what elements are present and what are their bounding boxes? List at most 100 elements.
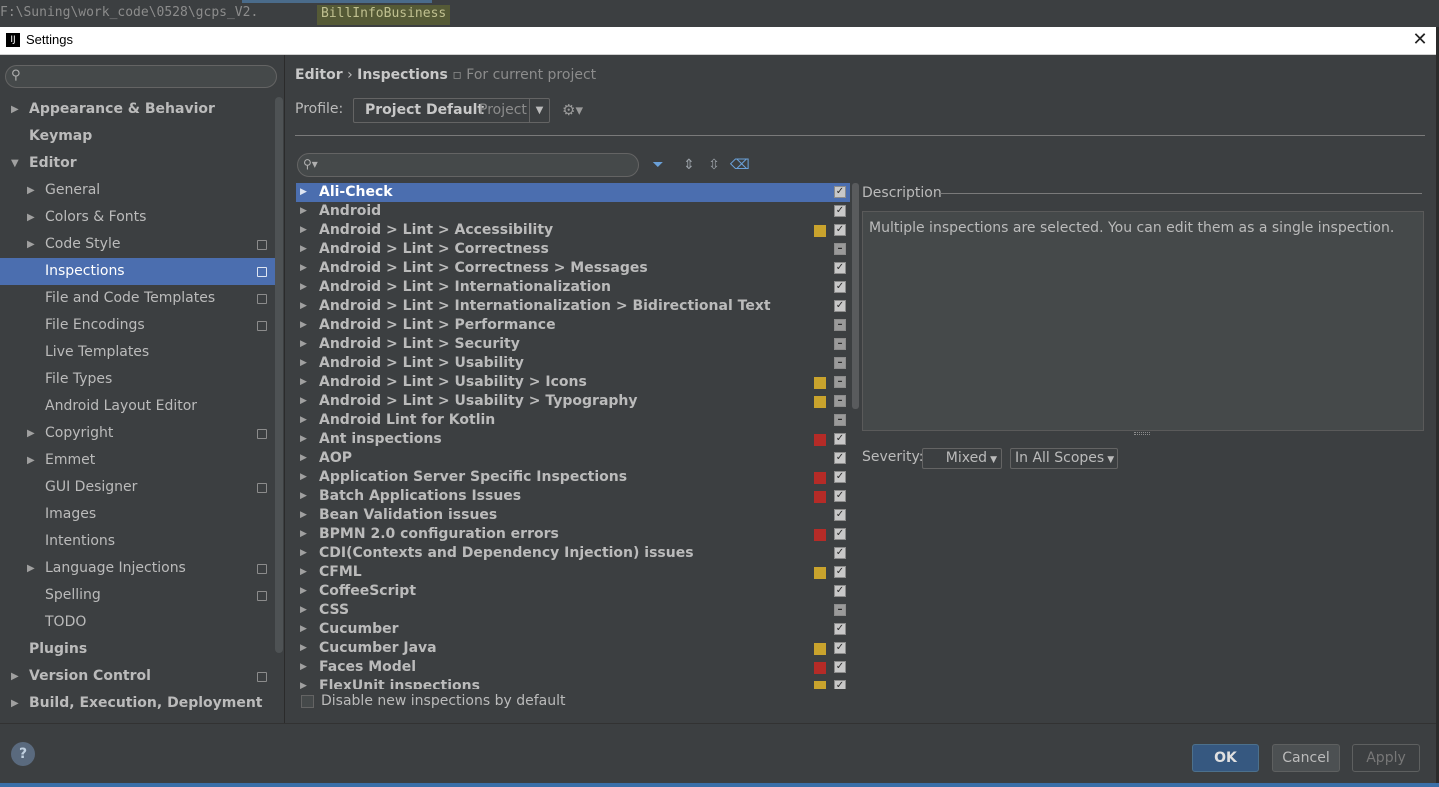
inspection-checkbox[interactable]: – [834, 338, 846, 350]
inspection-search-input[interactable]: ⚲▾ [297, 153, 639, 177]
collapsed-arrow-icon[interactable]: ▶ [300, 221, 307, 240]
collapsed-arrow-icon[interactable]: ▶ [300, 278, 307, 297]
inspection-row[interactable]: ▶ Android > Lint > Accessibility ✓ [296, 221, 850, 240]
sidebar-item[interactable]: Images [0, 501, 282, 528]
collapsed-arrow-icon[interactable]: ▶ [300, 601, 307, 620]
inspection-row[interactable]: ▶ CFML ✓ [296, 563, 850, 582]
sidebar-item[interactable]: GUI Designer [0, 474, 282, 501]
collapsed-arrow-icon[interactable]: ▶ [27, 231, 35, 258]
inspection-checkbox[interactable]: ✓ [834, 433, 846, 445]
inspection-checkbox[interactable]: ✓ [834, 262, 846, 274]
inspection-row[interactable]: ▶ Bean Validation issues ✓ [296, 506, 850, 525]
collapsed-arrow-icon[interactable]: ▶ [300, 259, 307, 278]
inspection-checkbox[interactable]: ✓ [834, 300, 846, 312]
collapsed-arrow-icon[interactable]: ▶ [300, 639, 307, 658]
inspection-checkbox[interactable]: ✓ [834, 509, 846, 521]
collapsed-arrow-icon[interactable]: ▶ [300, 677, 307, 689]
inspection-row[interactable]: ▶ Android > Lint > Usability – [296, 354, 850, 373]
inspection-row[interactable]: ▶ CoffeeScript ✓ [296, 582, 850, 601]
sidebar-item[interactable]: ▶ Language Injections [0, 555, 282, 582]
sidebar-item[interactable]: ▶ Appearance & Behavior [0, 96, 282, 123]
collapsed-arrow-icon[interactable]: ▶ [300, 658, 307, 677]
splitter-handle[interactable] [1134, 432, 1150, 435]
close-icon[interactable]: ✕ [1408, 29, 1432, 51]
collapsed-arrow-icon[interactable]: ▶ [27, 177, 35, 204]
collapsed-arrow-icon[interactable]: ▶ [300, 202, 307, 221]
inspection-row[interactable]: ▶ Android > Lint > Usability > Typography… [296, 392, 850, 411]
inspection-row[interactable]: ▶ Android > Lint > Security – [296, 335, 850, 354]
inspection-row[interactable]: ▶ Android Lint for Kotlin – [296, 411, 850, 430]
sidebar-item[interactable]: ▶ Version Control [0, 663, 282, 690]
checkbox-box[interactable] [301, 695, 314, 708]
collapsed-arrow-icon[interactable]: ▶ [300, 506, 307, 525]
inspection-checkbox[interactable]: – [834, 395, 846, 407]
expand-all-icon[interactable]: ⇕ [680, 156, 698, 174]
collapse-all-icon[interactable]: ⇳ [705, 156, 723, 174]
reset-to-default-icon[interactable]: ⌫ [730, 156, 750, 174]
inspection-row[interactable]: ▶ Android ✓ [296, 202, 850, 221]
settings-search-input[interactable]: ⚲ [5, 65, 277, 88]
collapsed-arrow-icon[interactable]: ▶ [300, 449, 307, 468]
ok-button[interactable]: OK [1192, 744, 1259, 772]
collapsed-arrow-icon[interactable]: ▶ [300, 468, 307, 487]
sidebar-item[interactable]: Intentions [0, 528, 282, 555]
collapsed-arrow-icon[interactable]: ▶ [300, 582, 307, 601]
collapsed-arrow-icon[interactable]: ▶ [300, 316, 307, 335]
inspection-checkbox[interactable]: – [834, 243, 846, 255]
inspection-checkbox[interactable]: ✓ [834, 281, 846, 293]
inspection-checkbox[interactable]: ✓ [834, 585, 846, 597]
collapsed-arrow-icon[interactable]: ▶ [27, 420, 35, 447]
collapsed-arrow-icon[interactable]: ▶ [300, 297, 307, 316]
sidebar-scrollbar[interactable] [275, 97, 283, 653]
cancel-button[interactable]: Cancel [1272, 744, 1340, 772]
collapsed-arrow-icon[interactable]: ▶ [300, 411, 307, 430]
collapsed-arrow-icon[interactable]: ▶ [300, 563, 307, 582]
inspection-row[interactable]: ▶ Cucumber ✓ [296, 620, 850, 639]
inspection-checkbox[interactable]: ✓ [834, 528, 846, 540]
inspection-row[interactable]: ▶ FlexUnit inspections ✓ [296, 677, 850, 689]
inspection-checkbox[interactable]: – [834, 604, 846, 616]
inspection-checkbox[interactable]: ✓ [834, 642, 846, 654]
inspection-checkbox[interactable]: ✓ [834, 452, 846, 464]
severity-dropdown[interactable]: Mixed ▼ [922, 448, 1002, 469]
help-button[interactable]: ? [11, 742, 35, 766]
inspection-checkbox[interactable]: – [834, 357, 846, 369]
inspection-checkbox[interactable]: ✓ [834, 186, 846, 198]
collapsed-arrow-icon[interactable]: ▶ [300, 335, 307, 354]
gear-icon[interactable]: ⚙▾ [562, 101, 583, 119]
inspection-checkbox[interactable]: ✓ [834, 205, 846, 217]
collapsed-arrow-icon[interactable]: ▶ [300, 430, 307, 449]
sidebar-item[interactable]: ▶ Colors & Fonts [0, 204, 282, 231]
collapsed-arrow-icon[interactable]: ▶ [300, 487, 307, 506]
sidebar-item[interactable]: Inspections [0, 258, 282, 285]
inspection-row[interactable]: ▶ Android > Lint > Internationalization >… [296, 297, 850, 316]
sidebar-item[interactable]: ▶ Copyright [0, 420, 282, 447]
inspection-row[interactable]: ▶ Android > Lint > Performance – [296, 316, 850, 335]
collapsed-arrow-icon[interactable]: ▶ [27, 447, 35, 474]
expanded-arrow-icon[interactable]: ▼ [11, 150, 19, 177]
sidebar-item[interactable]: Plugins [0, 636, 282, 663]
inspection-checkbox[interactable]: – [834, 319, 846, 331]
sidebar-item[interactable]: Spelling [0, 582, 282, 609]
sidebar-item[interactable]: Live Templates [0, 339, 282, 366]
inspection-row[interactable]: ▶ Batch Applications Issues ✓ [296, 487, 850, 506]
collapsed-arrow-icon[interactable]: ▶ [300, 240, 307, 259]
collapsed-arrow-icon[interactable]: ▶ [300, 183, 307, 202]
inspection-checkbox[interactable]: ✓ [834, 661, 846, 673]
collapsed-arrow-icon[interactable]: ▶ [11, 96, 19, 123]
sidebar-item[interactable]: ▶ Emmet [0, 447, 282, 474]
inspection-checkbox[interactable]: – [834, 414, 846, 426]
sidebar-item[interactable]: File Types [0, 366, 282, 393]
inspection-tree-scrollbar[interactable] [852, 183, 859, 409]
sidebar-item[interactable]: ▶ Code Style [0, 231, 282, 258]
inspection-row[interactable]: ▶ Android > Lint > Correctness – [296, 240, 850, 259]
scope-dropdown[interactable]: In All Scopes ▼ [1010, 448, 1118, 469]
inspection-checkbox[interactable]: ✓ [834, 623, 846, 635]
inspection-row[interactable]: ▶ Cucumber Java ✓ [296, 639, 850, 658]
inspection-row[interactable]: ▶ AOP ✓ [296, 449, 850, 468]
collapsed-arrow-icon[interactable]: ▶ [300, 373, 307, 392]
inspection-row[interactable]: ▶ Ali-Check ✓ [296, 183, 850, 202]
sidebar-item[interactable]: TODO [0, 609, 282, 636]
collapsed-arrow-icon[interactable]: ▶ [300, 620, 307, 639]
sidebar-item[interactable]: ▶ Build, Execution, Deployment [0, 690, 282, 717]
